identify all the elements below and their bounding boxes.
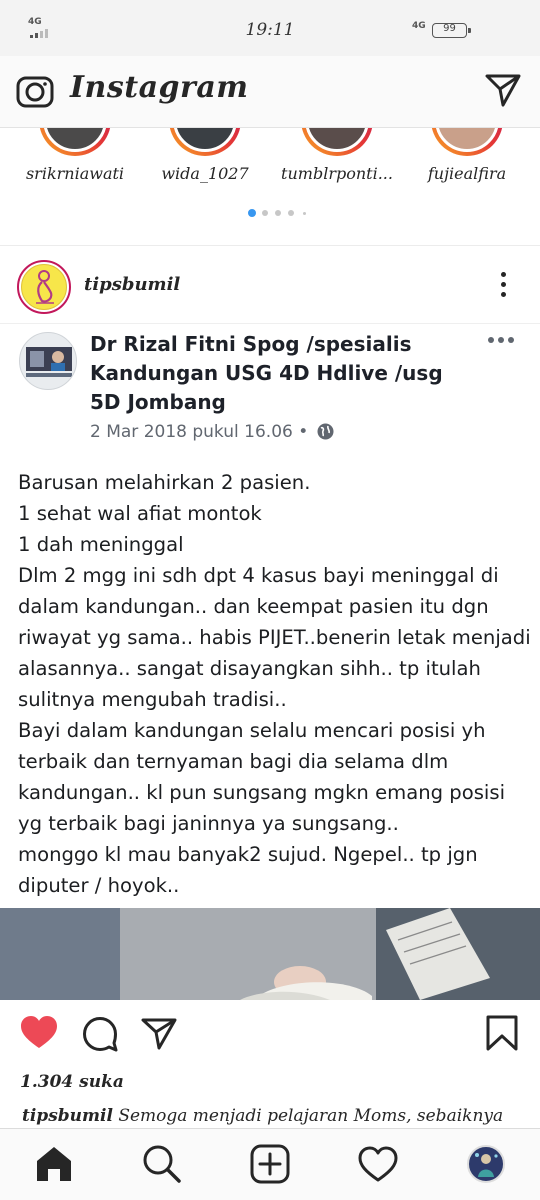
story-username: tumblrponti... (281, 164, 393, 183)
story-item[interactable]: srikrniawati (10, 128, 140, 198)
profile-avatar[interactable] (467, 1145, 505, 1183)
home-icon[interactable] (33, 1143, 75, 1185)
story-username: srikrniawati (25, 164, 125, 183)
more-options-icon[interactable] (496, 270, 512, 300)
app-header: Instagram (0, 56, 540, 128)
story-ring (169, 128, 241, 156)
network-type-right: 4G (412, 21, 426, 31)
post-avatar[interactable] (17, 260, 71, 314)
story-ring (301, 128, 373, 156)
comment-icon[interactable] (82, 1016, 118, 1052)
post-caption: tipsbumil Semoga menjadi pelajaran Moms,… (22, 1106, 522, 1126)
caption-text: Semoga menjadi pelajaran Moms, sebaiknya (118, 1106, 504, 1126)
add-icon[interactable] (249, 1143, 291, 1185)
story-avatar (173, 128, 237, 152)
heart-filled-icon[interactable] (20, 1015, 58, 1051)
story-ring (39, 128, 111, 156)
paper-plane-icon[interactable] (484, 72, 522, 108)
story-item[interactable]: fujiealfira (402, 128, 532, 198)
stories-tray: srikrniawati wida_1027 tumblrponti... fu… (0, 128, 540, 246)
like-count[interactable]: 1.304 suka (20, 1072, 124, 1092)
bookmark-icon[interactable] (485, 1014, 519, 1052)
story-item[interactable]: tumblrponti... (272, 128, 402, 198)
app-logo: Instagram (70, 70, 249, 105)
post-date-text: 2 Mar 2018 pukul 16.06 • (90, 422, 309, 442)
post-image[interactable]: Dr Rizal Fitni Spog /spesialis Kandungan… (0, 324, 540, 1000)
baby-photo (0, 908, 540, 1000)
search-icon[interactable] (141, 1143, 183, 1185)
post-body-text: Barusan melahirkan 2 pasien. 1 sehat wal… (18, 471, 531, 897)
globe-icon (317, 423, 334, 440)
share-icon[interactable] (140, 1017, 178, 1051)
pregnant-woman-logo (21, 264, 67, 310)
story-avatar (435, 128, 499, 152)
story-item[interactable]: wida_1027 (140, 128, 270, 198)
battery-level: 99 (443, 23, 456, 34)
post-date: 2 Mar 2018 pukul 16.06 • (90, 422, 334, 442)
battery-icon: 99 (432, 23, 471, 38)
post-username[interactable]: tipsbumil (84, 274, 180, 295)
heart-icon[interactable] (357, 1143, 399, 1185)
story-avatar (305, 128, 369, 152)
post-header: tipsbumil (0, 258, 540, 324)
story-avatar (43, 128, 107, 152)
page-avatar (19, 332, 77, 390)
caption-username[interactable]: tipsbumil (22, 1106, 113, 1126)
bottom-nav (0, 1128, 540, 1200)
story-username: fujiealfira (427, 164, 507, 183)
status-bar: 4G 19:11 4G 99 (0, 0, 540, 56)
camera-icon[interactable] (15, 73, 55, 109)
post-actions (0, 1000, 540, 1064)
page-name: Dr Rizal Fitni Spog /spesialis Kandungan… (90, 332, 443, 414)
story-username: wida_1027 (161, 164, 249, 183)
story-ring (431, 128, 503, 156)
fb-more-icon (488, 337, 516, 345)
